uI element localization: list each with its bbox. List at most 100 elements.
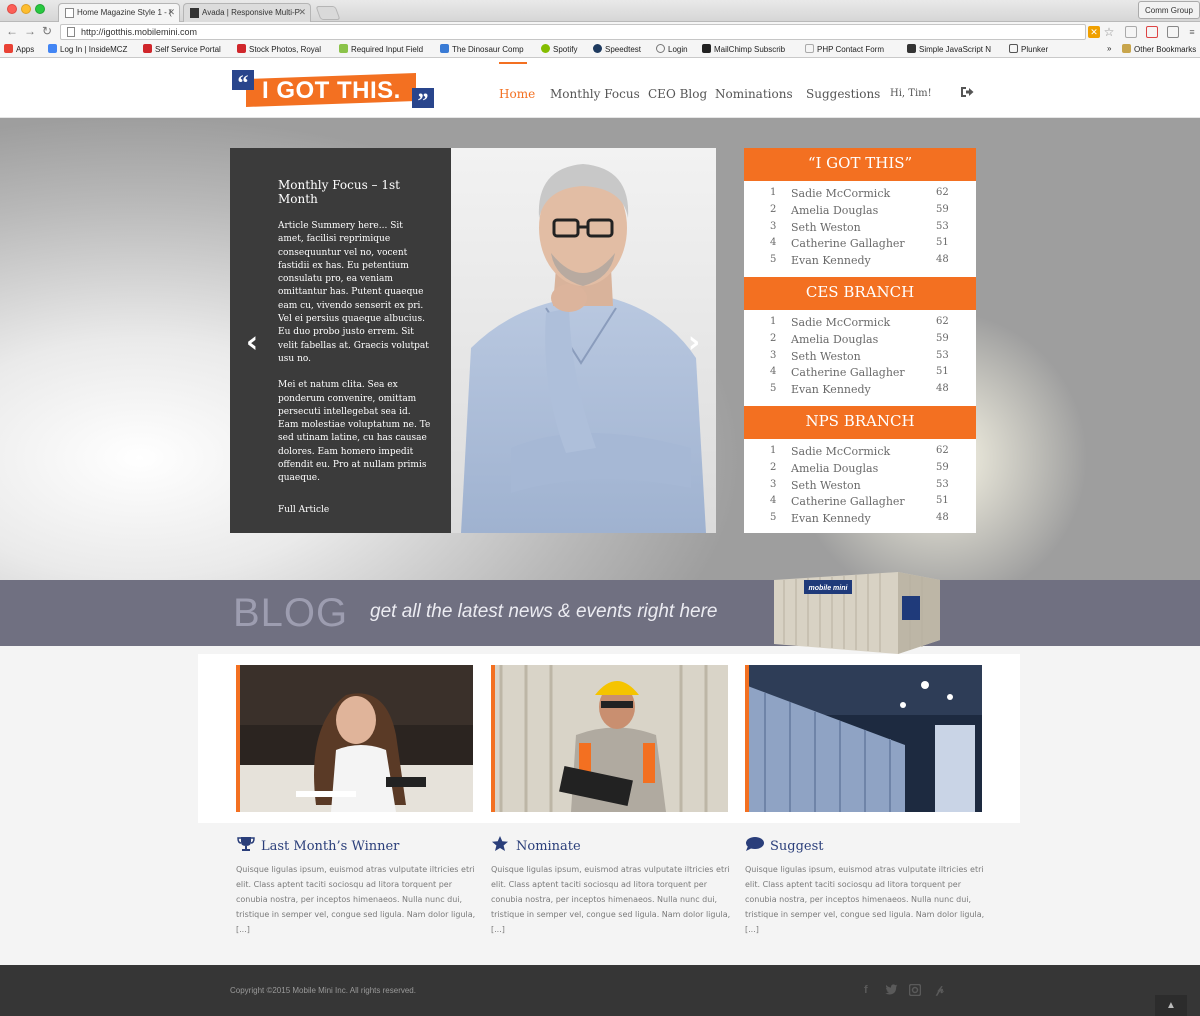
logout-icon[interactable]: [960, 86, 974, 98]
close-tab-icon[interactable]: ✕: [167, 7, 175, 18]
leaderboard-row: 3 Seth Weston 53: [770, 220, 949, 234]
extension-icon[interactable]: [1146, 26, 1158, 38]
slider-next-arrow[interactable]: ›: [684, 328, 704, 358]
back-icon[interactable]: ←: [6, 24, 18, 38]
feature-title: Last Month’s Winner: [261, 839, 400, 854]
slide-photo: [451, 148, 716, 533]
close-window-button[interactable]: [7, 4, 17, 14]
facebook-icon[interactable]: f: [864, 984, 868, 996]
menu-icon[interactable]: ≡: [1186, 26, 1198, 38]
bookmark-item[interactable]: Simple JavaScript N: [907, 44, 991, 54]
bookmark-item[interactable]: Login: [656, 44, 688, 54]
blog-banner: BLOG get all the latest news & events ri…: [0, 572, 1200, 654]
bookmark-item[interactable]: MailChimp Subscrib: [702, 44, 785, 54]
blog-thumbnail-suggest[interactable]: [745, 665, 982, 812]
address-bar[interactable]: http://igotthis.mobilemini.com: [60, 24, 1086, 40]
leaderboard-row: 3 Seth Weston 53: [770, 478, 949, 492]
businessman-photo: [461, 164, 706, 533]
instagram-icon[interactable]: [908, 983, 922, 999]
bookmark-item[interactable]: The Dinosaur Comp: [440, 44, 524, 54]
active-nav-indicator: [499, 62, 527, 64]
logo-text: I GOT THIS.: [262, 77, 401, 104]
slide-title: Monthly Focus – 1st Month: [278, 178, 400, 206]
leaderboard-list: 1 Sadie McCormick 62 2 Amelia Douglas 59 3 Se…: [744, 310, 976, 406]
forward-icon[interactable]: →: [24, 24, 36, 38]
full-article-link[interactable]: Full Article: [278, 505, 329, 515]
page-icon: [65, 8, 74, 18]
star-icon: [492, 836, 508, 851]
feature-heading[interactable]: Suggest: [745, 836, 991, 854]
bookmark-item[interactable]: Speedtest: [593, 44, 641, 54]
bookmark-item[interactable]: Plunker: [1009, 44, 1048, 54]
bookmark-item[interactable]: Spotify: [541, 44, 577, 54]
leaderboard-list: 1 Sadie McCormick 62 2 Amelia Douglas 59 3 Se…: [744, 181, 976, 277]
blog-thumbnail-winner[interactable]: [236, 665, 473, 812]
nav-suggestions[interactable]: Suggestions: [806, 87, 880, 101]
other-bookmarks-folder[interactable]: Other Bookmarks: [1122, 44, 1196, 54]
extension-icon[interactable]: [1125, 26, 1137, 38]
thumbnail-accent-bar: [236, 665, 240, 812]
zoom-window-button[interactable]: [35, 4, 45, 14]
slider-prev-arrow[interactable]: ‹: [242, 328, 262, 358]
twitter-icon[interactable]: [885, 984, 898, 998]
reload-icon[interactable]: ↻: [42, 24, 52, 38]
bookmark-item[interactable]: Self Service Portal: [143, 44, 221, 54]
leaderboard-row: 4 Catherine Gallagher 51: [770, 495, 949, 509]
feature-suggest: Suggest Quisque ligulas ipsum, euismod a…: [745, 836, 991, 937]
minimize-window-button[interactable]: [21, 4, 31, 14]
feature-nominate: Nominate Quisque ligulas ipsum, euismod …: [491, 836, 737, 937]
feature-heading[interactable]: Nominate: [491, 836, 737, 854]
tab-title: Avada | Responsive Multi-P: [202, 8, 300, 17]
copyright-text: Copyright ©2015 Mobile Mini Inc. All rig…: [230, 986, 416, 995]
blog-heading: BLOG: [233, 591, 349, 635]
slide-paragraph: Mei et natum clita. Sea ex ponderum conv…: [278, 380, 431, 484]
bookmark-item[interactable]: Log In | InsideMCZ: [48, 44, 127, 54]
bookmark-star-icon[interactable]: ☆: [1103, 26, 1115, 38]
browser-tab-active[interactable]: Home Magazine Style 1 - ( ✕: [58, 3, 180, 22]
feature-body: Quisque ligulas ipsum, euismod atras vul…: [745, 865, 985, 934]
bookmark-item[interactable]: Apps: [4, 44, 34, 54]
nav-nominations[interactable]: Nominations: [715, 87, 793, 101]
woman-at-desk-photo: [236, 665, 473, 812]
page-icon: [67, 27, 75, 37]
extension-icon[interactable]: ✕: [1088, 26, 1100, 38]
leaderboard-row: 5 Evan Kennedy 48: [770, 254, 949, 268]
cast-icon[interactable]: [1167, 26, 1179, 38]
folder-icon: [1122, 44, 1131, 53]
thumbnail-accent-bar: [745, 665, 749, 812]
browser-tab[interactable]: Avada | Responsive Multi-P ✕: [183, 3, 311, 22]
feature-heading[interactable]: Last Month’s Winner: [236, 836, 482, 854]
close-tab-icon[interactable]: ✕: [298, 7, 306, 18]
user-greeting[interactable]: Hi, Tim!: [890, 88, 932, 99]
site-logo[interactable]: “ I GOT THIS. ”: [232, 70, 434, 113]
bookmark-item[interactable]: Required Input Field: [339, 44, 423, 54]
bookmarks-overflow-button[interactable]: »: [1107, 44, 1111, 53]
new-tab-button[interactable]: [315, 6, 341, 20]
nav-ceo-blog[interactable]: CEO Blog: [648, 87, 707, 101]
container-brand-text: mobile mini: [809, 585, 849, 592]
storage-container-image: mobile mini: [774, 572, 940, 654]
tab-title: Home Magazine Style 1 - (: [77, 8, 172, 17]
bookmark-item[interactable]: Stock Photos, Royal: [237, 44, 321, 54]
leaderboard-row: 2 Amelia Douglas 59: [770, 203, 949, 217]
profile-button[interactable]: Comm Group: [1137, 1, 1200, 19]
leaderboard-row: 1 Sadie McCormick 62: [770, 187, 949, 200]
leaderboard-title: CES BRANCH: [744, 277, 976, 310]
leaderboard-row: 1 Sadie McCormick 62: [770, 445, 949, 458]
google-icon: [48, 44, 57, 53]
plunker-icon: [1009, 44, 1018, 53]
scroll-to-top-button[interactable]: ▲: [1155, 995, 1187, 1016]
nav-home[interactable]: Home: [499, 87, 535, 101]
bookmark-item[interactable]: PHP Contact Form: [805, 44, 884, 54]
leaderboard-row: 4 Catherine Gallagher 51: [770, 237, 949, 251]
nav-monthly-focus[interactable]: Monthly Focus: [550, 87, 640, 101]
leaderboard-panel: “I GOT THIS” 1 Sadie McCormick 62 2 Amelia …: [744, 148, 976, 533]
leaderboard-row: 1 Sadie McCormick 62: [770, 316, 949, 329]
mailchimp-icon: [702, 44, 711, 53]
pinterest-icon[interactable]: 𝓅: [936, 984, 944, 997]
hero-section: Monthly Focus – 1st Month Article Summer…: [0, 118, 1200, 580]
branded-container-photo: [745, 665, 982, 812]
url-text: http://igotthis.mobilemini.com: [81, 27, 198, 37]
blog-thumbnail-nominate[interactable]: [491, 665, 728, 812]
slide-paragraph: Article Summery here... Sit amet, facili…: [278, 221, 429, 364]
